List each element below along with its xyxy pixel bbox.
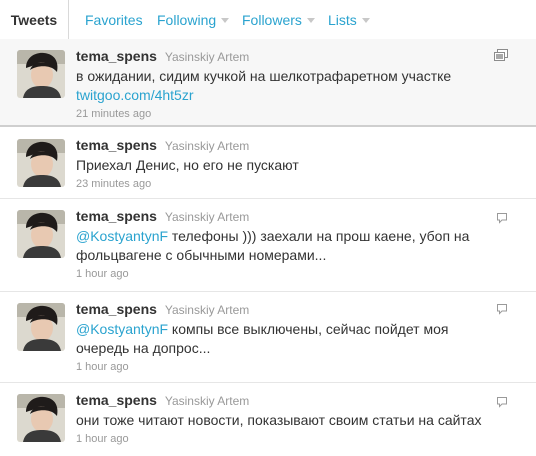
mention-link[interactable]: @KostyantynF <box>76 321 168 337</box>
full-name: Yasinskiy Artem <box>164 210 250 224</box>
tweet-text: они тоже читают новости, показывают свои… <box>76 411 500 430</box>
timestamp[interactable]: 23 minutes ago <box>76 177 500 191</box>
screen-name[interactable]: tema_spens <box>76 392 157 408</box>
tab-favorites[interactable]: Favorites <box>85 0 143 39</box>
tweet-link[interactable]: twitgoo.com/4ht5zr <box>76 87 194 103</box>
tweet-body: в ожидании, сидим кучкой на шелкотрафаре… <box>76 68 452 84</box>
screen-name[interactable]: tema_spens <box>76 208 157 224</box>
speech-bubble-icon[interactable] <box>496 395 508 413</box>
tweet-item[interactable]: tema_spens Yasinskiy Artem Приехал Денис… <box>0 128 536 199</box>
tweet-content: tema_spens Yasinskiy Artem они тоже чита… <box>76 392 500 446</box>
tweet-item[interactable]: tema_spens Yasinskiy Artem в ожидании, с… <box>0 39 536 127</box>
avatar[interactable] <box>17 394 65 442</box>
tab-lists-label: Lists <box>328 12 357 28</box>
avatar[interactable] <box>17 210 65 258</box>
chevron-down-icon <box>361 18 370 23</box>
timestamp[interactable]: 1 hour ago <box>76 267 500 281</box>
full-name: Yasinskiy Artem <box>164 303 250 317</box>
tweet-text: в ожидании, сидим кучкой на шелкотрафаре… <box>76 67 500 105</box>
speech-bubble-icon[interactable] <box>496 211 508 229</box>
tweet-item[interactable]: tema_spens Yasinskiy Artem они тоже чита… <box>0 383 536 456</box>
screen-name[interactable]: tema_spens <box>76 48 157 64</box>
profile-tabs: Tweets Favorites Following Followers Lis… <box>0 0 536 40</box>
timestamp[interactable]: 21 minutes ago <box>76 107 500 121</box>
speech-bubble-icon[interactable] <box>496 302 508 320</box>
tab-favorites-label: Favorites <box>85 12 143 28</box>
timestamp[interactable]: 1 hour ago <box>76 360 500 374</box>
tweet-body: Приехал Денис, но его не пускают <box>76 157 299 173</box>
full-name: Yasinskiy Artem <box>164 50 250 64</box>
tweet-content: tema_spens Yasinskiy Artem Приехал Денис… <box>76 137 500 191</box>
tab-tweets-label: Tweets <box>10 12 58 28</box>
timestamp[interactable]: 1 hour ago <box>76 432 500 446</box>
full-name: Yasinskiy Artem <box>164 394 250 408</box>
tab-following-label: Following <box>157 12 217 28</box>
screen-name[interactable]: tema_spens <box>76 137 157 153</box>
avatar[interactable] <box>17 303 65 351</box>
tab-tweets[interactable]: Tweets <box>0 0 69 40</box>
tweet-content: tema_spens Yasinskiy Artem в ожидании, с… <box>76 48 500 121</box>
tab-lists[interactable]: Lists <box>328 0 370 39</box>
tab-followers-label: Followers <box>242 12 302 28</box>
tweet-body: они тоже читают новости, показывают свои… <box>76 412 482 428</box>
tweet-text: @KostyantynF телефоны ))) заехали на про… <box>76 227 500 265</box>
tweet-content: tema_spens Yasinskiy Artem @KostyantynF … <box>76 208 500 281</box>
tweet-content: tema_spens Yasinskiy Artem @KostyantynF … <box>76 301 500 374</box>
tweet-item[interactable]: tema_spens Yasinskiy Artem @KostyantynF … <box>0 292 536 383</box>
photo-icon[interactable] <box>494 49 508 67</box>
tweet-item[interactable]: tema_spens Yasinskiy Artem @KostyantynF … <box>0 199 536 292</box>
tab-followers[interactable]: Followers <box>242 0 315 39</box>
mention-link[interactable]: @KostyantynF <box>76 228 168 244</box>
chevron-down-icon <box>221 18 230 23</box>
tab-following[interactable]: Following <box>157 0 230 39</box>
screen-name[interactable]: tema_spens <box>76 301 157 317</box>
chevron-down-icon <box>306 18 315 23</box>
tweet-text: Приехал Денис, но его не пускают <box>76 156 500 175</box>
avatar[interactable] <box>17 139 65 187</box>
tweet-text: @KostyantynF компы все выключены, сейчас… <box>76 320 500 358</box>
full-name: Yasinskiy Artem <box>164 139 250 153</box>
avatar[interactable] <box>17 50 65 98</box>
